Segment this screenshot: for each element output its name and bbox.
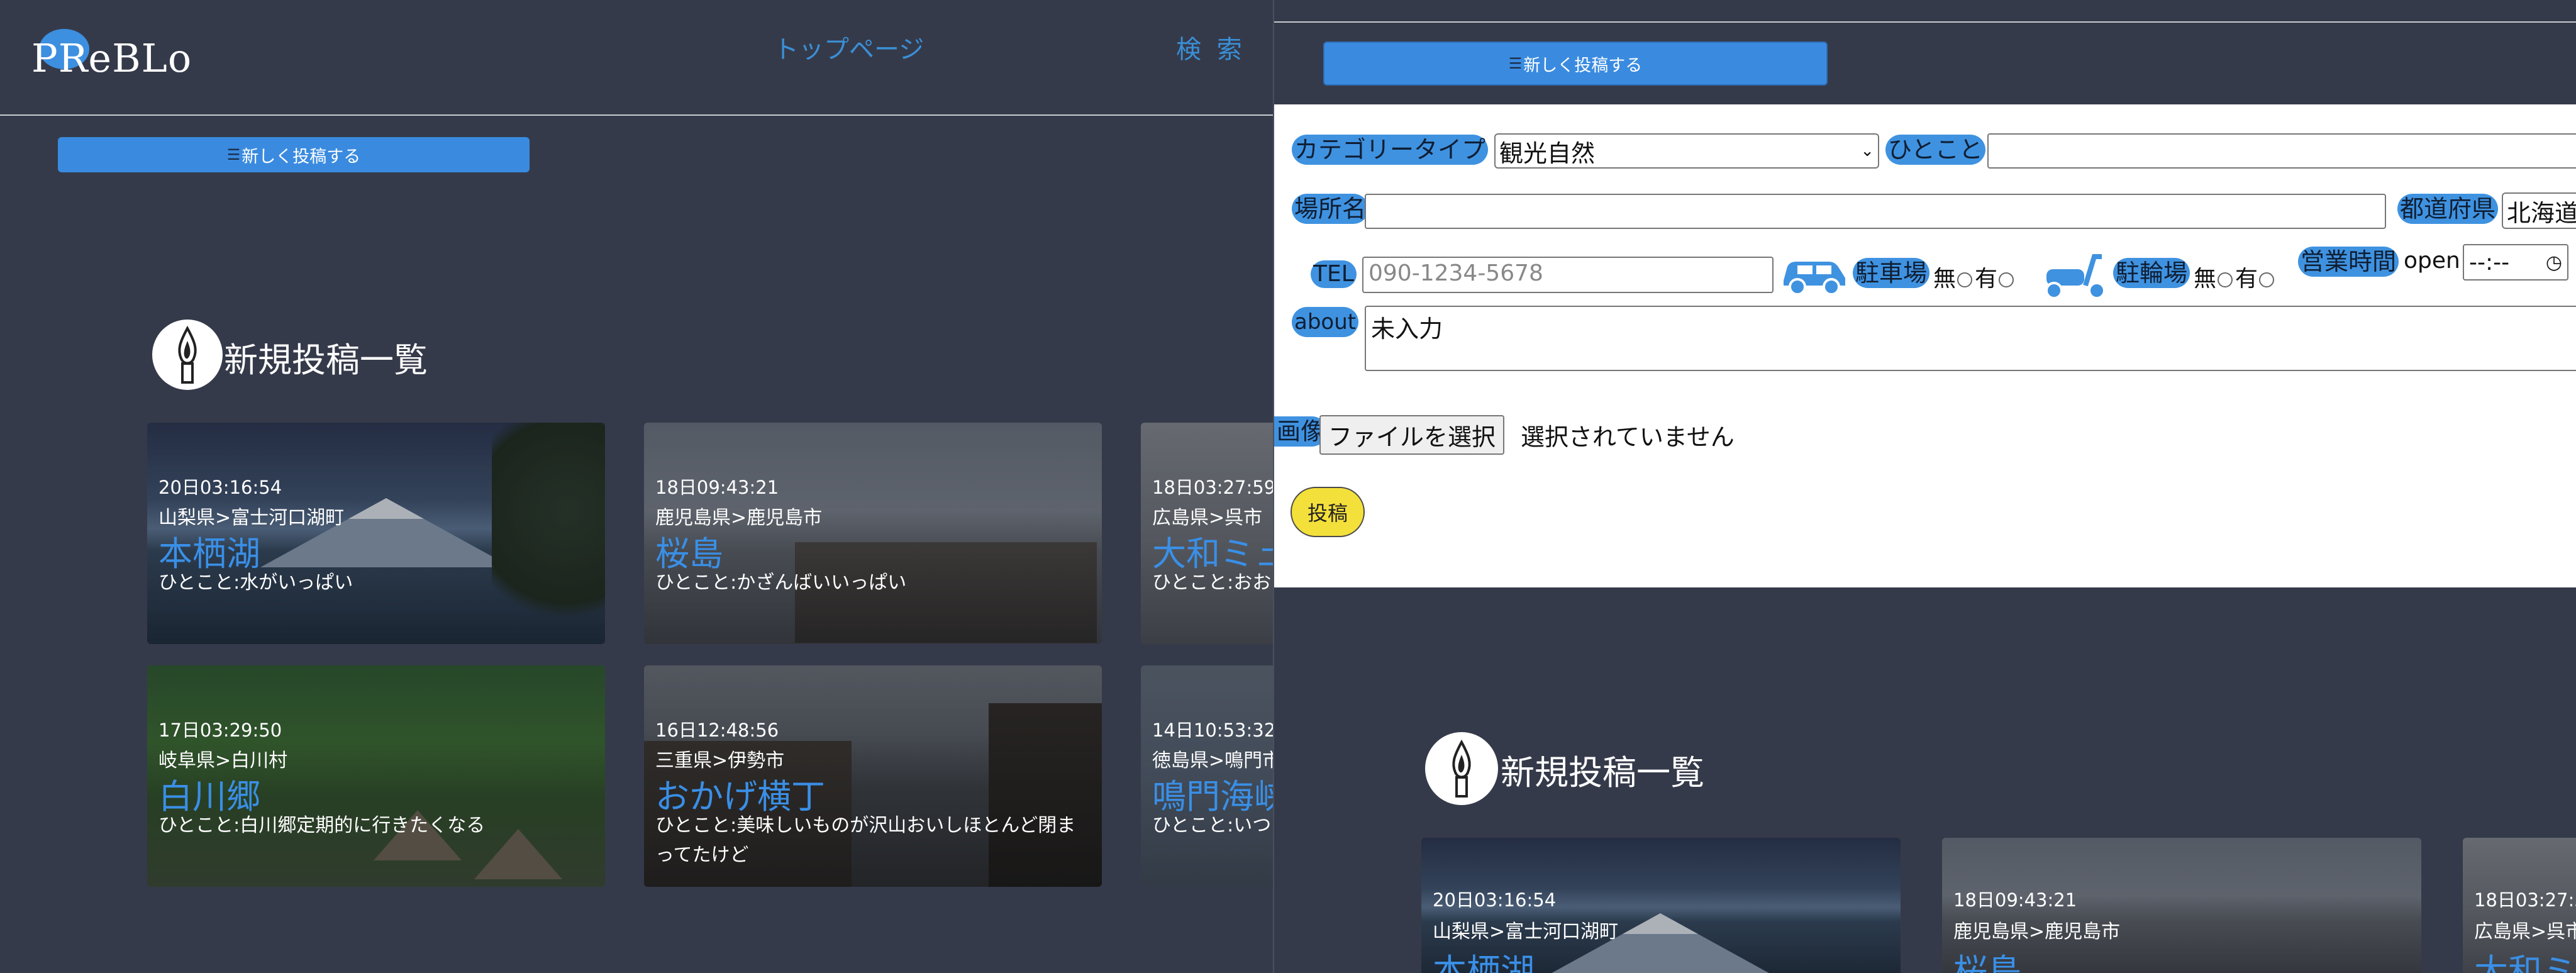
post-name[interactable]: 大和ミ <box>2474 943 2576 973</box>
open-time-input[interactable]: --:-- ◷ <box>2463 244 2568 281</box>
tel-placeholder: 090-1234-5678 <box>1368 260 1543 286</box>
parking-options: 無有 <box>1933 260 2016 293</box>
pref-select[interactable]: 北海道 <box>2502 192 2576 229</box>
post-date: 18日03:27:5 <box>2474 889 2576 911</box>
category-select[interactable]: 観光自然 ⌄ <box>1494 133 1879 169</box>
submit-button[interactable]: 投稿 <box>1291 487 1365 537</box>
nav-top-page-link[interactable]: トップページ <box>774 29 924 65</box>
post-card[interactable]: 18日09:43:21 鹿児島県>鹿児島市 桜島 ひとこと:かざんばいいっぱい <box>644 423 1102 644</box>
clock-icon: ◷ <box>2545 251 2562 274</box>
post-date: 18日09:43:21 <box>655 477 779 498</box>
parking-yes-radio[interactable] <box>1999 272 2014 287</box>
about-label: about <box>1292 307 1359 337</box>
tel-input[interactable]: 090-1234-5678 <box>1362 257 1774 293</box>
tel-label: TEL <box>1311 260 1357 288</box>
section-title: 新規投稿一覧 <box>224 340 428 380</box>
category-value: 観光自然 <box>1499 139 1596 167</box>
hours-label: 営業時間 <box>2298 247 2399 277</box>
post-comment: ひとこと:水がいっぱい <box>158 572 353 594</box>
place-label: 場所名 <box>1292 194 1369 224</box>
place-input[interactable] <box>1365 194 2386 229</box>
candle-icon <box>152 320 223 390</box>
section-title: 新規投稿一覧 <box>1501 753 1704 792</box>
post-card[interactable]: 20日03:16:54 山梨県>富士河口湖町 本栖湖 <box>1421 838 1901 973</box>
post-card[interactable]: 16日12:48:56 三重県>伊勢市 おかげ横丁 ひとこと:美味しいものが沢山… <box>644 665 1102 887</box>
post-location: 広島県>呉市 <box>2474 921 2576 943</box>
post-card[interactable]: 18日03:27:5 広島県>呉市 大和ミ <box>2463 838 2576 973</box>
hitokoto-label: ひとこと <box>1885 135 1985 165</box>
open-label: open <box>2404 248 2460 274</box>
category-label: カテゴリータイプ <box>1292 135 1489 165</box>
header-divider <box>1274 21 2576 23</box>
file-status: 選択されていません <box>1521 423 1735 451</box>
hitokoto-input[interactable] <box>1987 133 2576 169</box>
car-icon <box>1780 253 1849 299</box>
post-date: 14日10:53:32 <box>1152 720 1273 741</box>
post-card[interactable]: 18日09:43:21 鹿児島県>鹿児島市 桜島 <box>1942 838 2421 973</box>
post-comment: ひとこと:美味しいものが沢山おいしほとんど閉まってたけど <box>655 815 1076 866</box>
post-comment: ひとこと:おお <box>1152 572 1272 594</box>
post-location: 鹿児島県>鹿児島市 <box>1953 921 2121 943</box>
left-pane: PReBLo トップページ 検 索 ☰ 新しく投稿する 新規投稿一覧 20日03… <box>0 0 1273 973</box>
chevron-down-icon: ⌄ <box>1860 142 1874 160</box>
post-card[interactable]: 18日03:27:59 広島県>呉市 大和ミュ ひとこと:おお <box>1141 423 1273 644</box>
site-logo[interactable]: PReBLo <box>31 35 192 81</box>
bike-label: 駐輪場 <box>2113 258 2190 288</box>
post-date: 20日03:16:54 <box>1433 889 1557 911</box>
post-card[interactable]: 17日03:29:50 岐阜県>白川村 白川郷 ひとこと:白川郷定期的に行きたく… <box>147 665 605 887</box>
post-comment: ひとこと:いつも <box>1152 815 1273 837</box>
pref-label: 都道府県 <box>2397 194 2499 224</box>
parking-no-radio[interactable] <box>1957 272 1973 287</box>
parking-label: 駐車場 <box>1853 258 1930 288</box>
bike-options: 無有 <box>2194 260 2277 293</box>
new-post-form: カテゴリータイプ 観光自然 ⌄ ひとこと 場所名 都道府県 北海道 TEL 09… <box>1274 104 2576 587</box>
post-card[interactable]: 14日10:53:32 徳島県>鳴門市 鳴門海峡 ひとこと:いつも <box>1141 665 1273 887</box>
pref-value: 北海道 <box>2507 199 2576 227</box>
list-icon: ☰ <box>226 146 241 164</box>
post-date: 18日09:43:21 <box>1953 889 2077 911</box>
post-card[interactable]: 20日03:16:54 山梨県>富士河口湖町 本栖湖 ひとこと:水がいっぱい <box>147 423 605 644</box>
post-name[interactable]: 本栖湖 <box>1433 943 1535 973</box>
new-post-button[interactable]: ☰ 新しく投稿する <box>58 137 530 172</box>
post-date: 16日12:48:56 <box>655 720 779 741</box>
new-post-label: 新しく投稿する <box>242 147 361 167</box>
post-location: 山梨県>富士河口湖町 <box>1433 921 1619 943</box>
bike-no-radio[interactable] <box>2218 272 2233 287</box>
post-date: 17日03:29:50 <box>158 720 282 741</box>
nav-search-link[interactable]: 検 索 <box>1176 29 1246 65</box>
post-comment: ひとこと:白川郷定期的に行きたくなる <box>158 815 486 837</box>
scooter-icon <box>2041 250 2111 303</box>
list-icon: ☰ <box>1508 55 1523 72</box>
post-name[interactable]: 桜島 <box>1953 943 2021 973</box>
candle-icon <box>1425 732 1498 805</box>
bike-yes-radio[interactable] <box>2259 272 2275 287</box>
post-comment: ひとこと:かざんばいいっぱい <box>655 572 907 594</box>
right-pane: ☰ 新しく投稿する カテゴリータイプ 観光自然 ⌄ ひとこと 場所名 都道府県 … <box>1273 0 2576 973</box>
post-date: 18日03:27:59 <box>1152 477 1273 498</box>
new-post-label: 新しく投稿する <box>1523 55 1643 75</box>
file-select-button[interactable]: ファイルを選択 <box>1319 415 1505 455</box>
new-post-button[interactable]: ☰ 新しく投稿する <box>1323 42 1828 86</box>
post-date: 20日03:16:54 <box>158 477 282 498</box>
about-textarea[interactable]: 未入力 <box>1365 306 2576 371</box>
header-divider <box>0 114 1273 116</box>
